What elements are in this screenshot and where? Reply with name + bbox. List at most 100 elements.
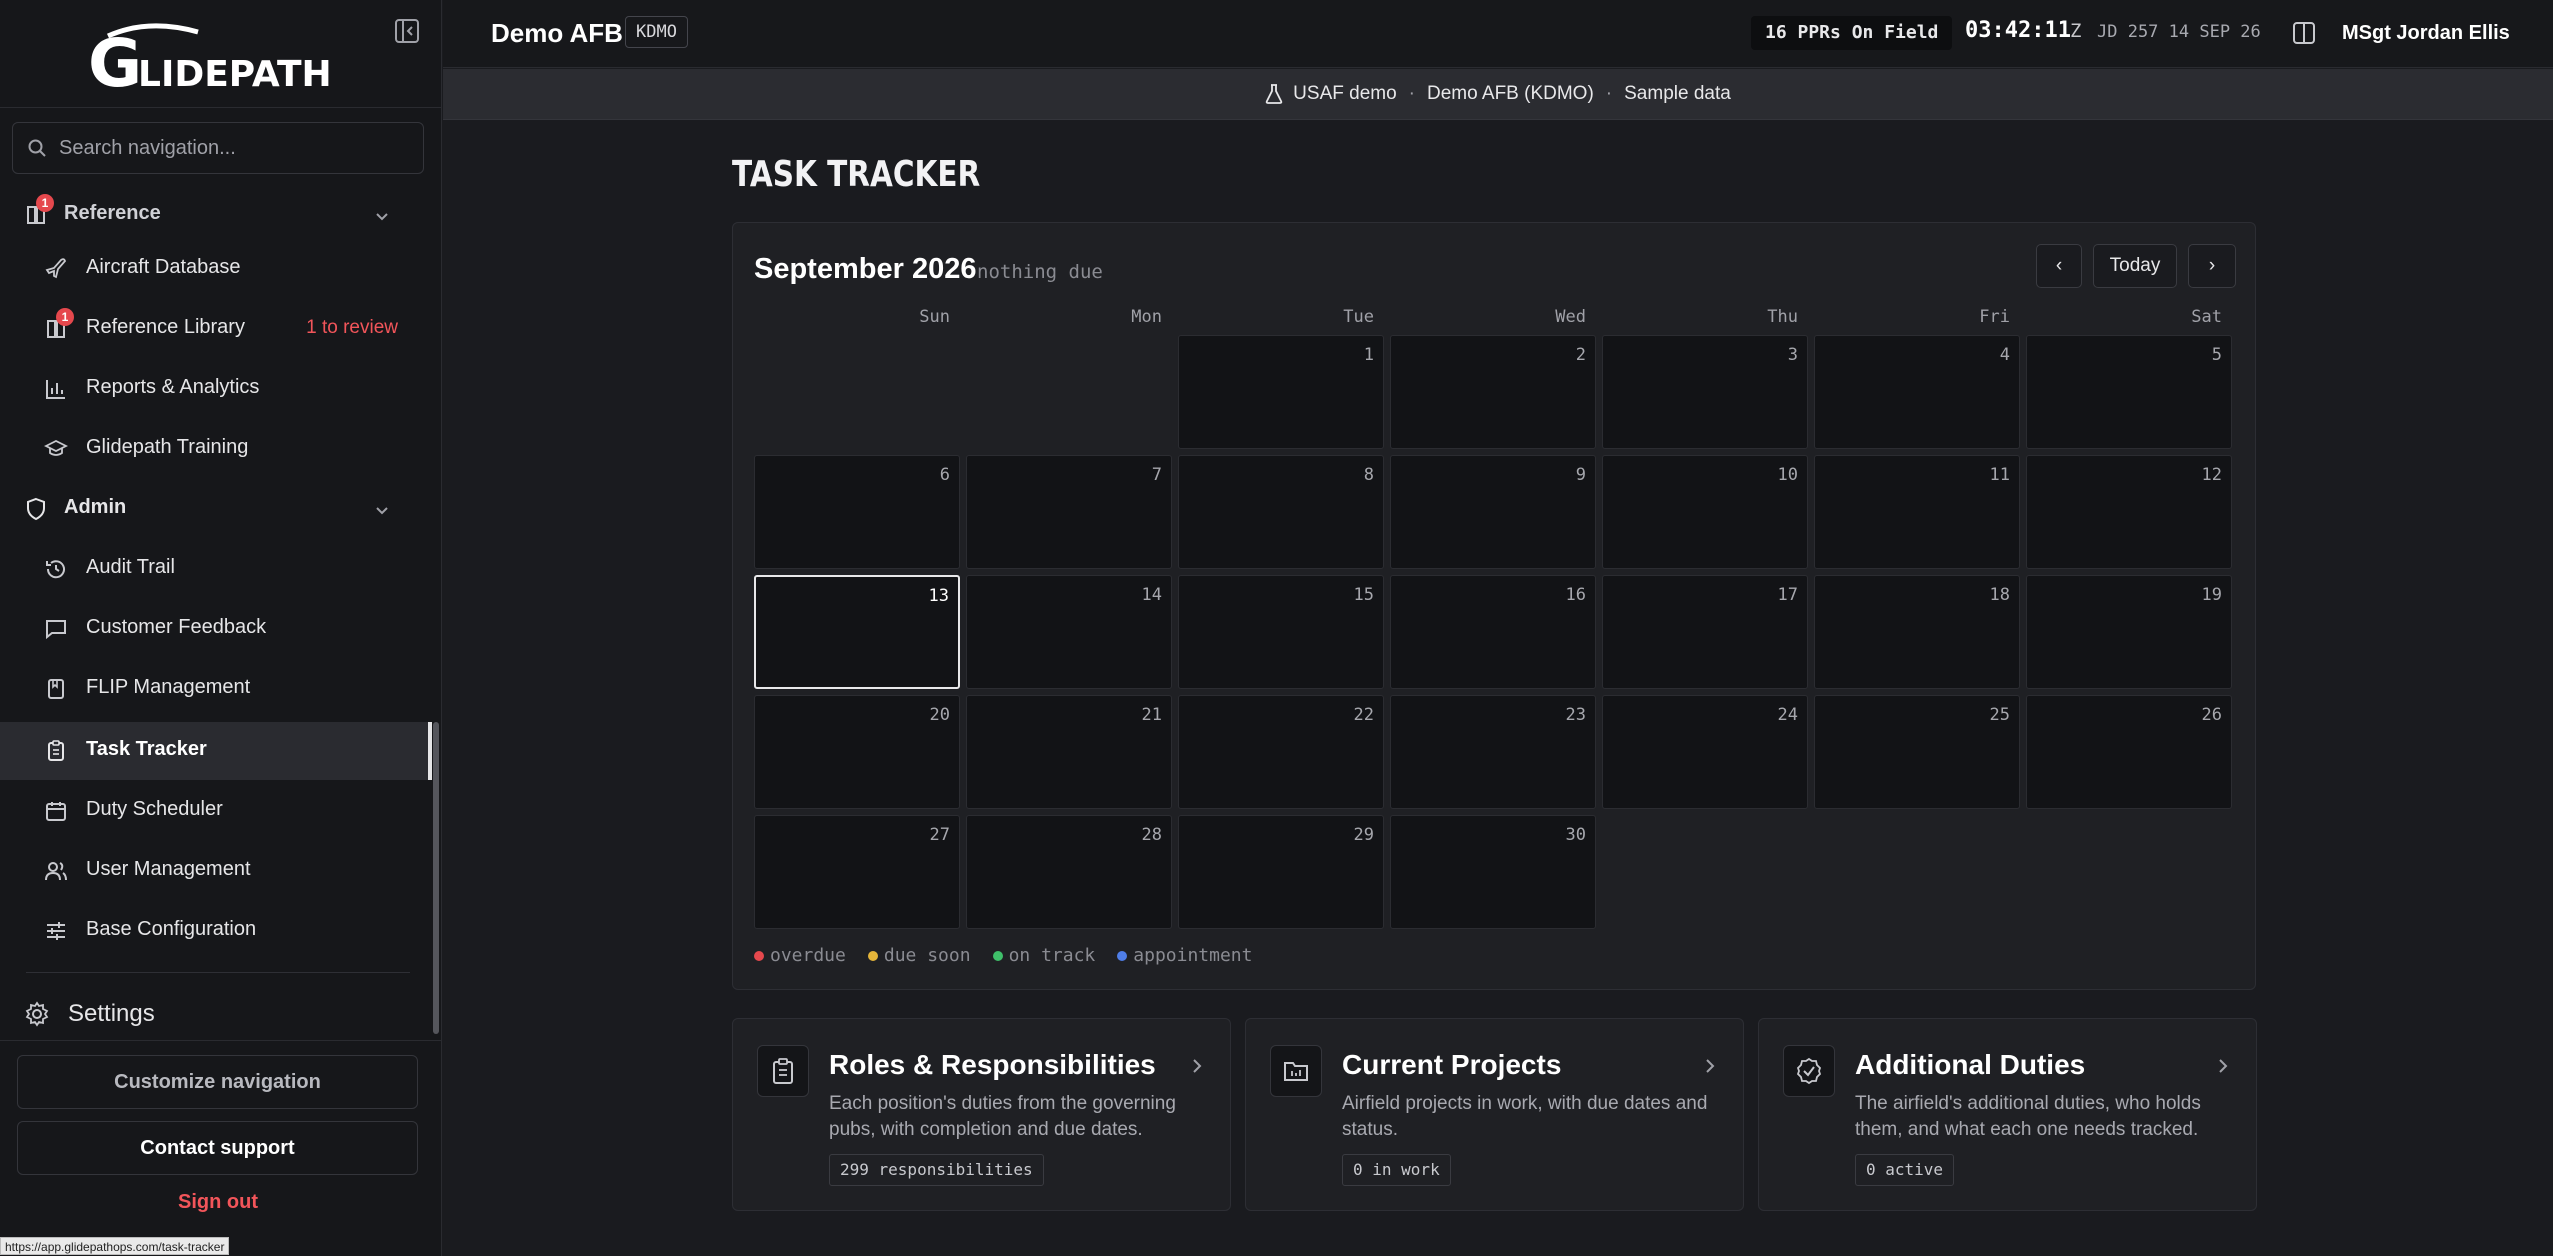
current-projects-card[interactable]: Current Projects Airfield projects in wo… [1245, 1018, 1744, 1211]
search-input[interactable] [59, 136, 399, 160]
calendar-day[interactable]: 21 [966, 695, 1172, 809]
sidebar-item-duty-scheduler[interactable]: Duty Scheduler [0, 782, 430, 840]
calendar-day[interactable]: 24 [1602, 695, 1808, 809]
sidebar-item-reference-library[interactable]: 1 Reference Library 1 to review [0, 300, 430, 358]
sidebar-scrollbar[interactable] [433, 722, 439, 1034]
sidebar-item-reports-analytics[interactable]: Reports & Analytics [0, 360, 430, 418]
notification-badge: 1 [56, 308, 74, 326]
calendar-day[interactable]: 11 [1814, 455, 2020, 569]
settings-label: Settings [68, 1000, 155, 1027]
svg-text:G: G [88, 25, 142, 90]
calendar-day[interactable]: 8 [1178, 455, 1384, 569]
section-admin[interactable]: Admin [0, 480, 430, 538]
sidebar: G LIDEPATH 1 Reference [0, 0, 442, 1256]
calendar-day[interactable]: 2 [1390, 335, 1596, 449]
day-number: 8 [1363, 465, 1374, 485]
calendar-day[interactable]: 30 [1390, 815, 1596, 929]
customize-navigation-button[interactable]: Customize navigation [17, 1055, 418, 1109]
calendar-day[interactable]: 14 [966, 575, 1172, 689]
sidebar-item-base-configuration[interactable]: Base Configuration [0, 902, 430, 960]
panel-toggle-icon[interactable] [2291, 20, 2317, 46]
day-number: 29 [1353, 825, 1374, 845]
sign-out-link[interactable]: Sign out [0, 1191, 436, 1214]
user-name[interactable]: MSgt Jordan Ellis [2342, 22, 2510, 45]
calendar-day[interactable]: 23 [1390, 695, 1596, 809]
previous-month-button[interactable]: ‹ [2036, 244, 2082, 288]
collapse-sidebar-icon[interactable] [394, 18, 420, 44]
weekday-header: Mon [1131, 307, 1162, 327]
calendar-day[interactable]: 12 [2026, 455, 2232, 569]
calendar-day[interactable]: 16 [1390, 575, 1596, 689]
additional-duties-card[interactable]: Additional Duties The airfield's additio… [1758, 1018, 2257, 1211]
calendar-day[interactable]: 6 [754, 455, 960, 569]
calendar-day[interactable]: 4 [1814, 335, 2020, 449]
contact-support-button[interactable]: Contact support [17, 1121, 418, 1175]
legend-dot [867, 950, 878, 961]
project-folder-icon [1270, 1045, 1322, 1097]
calendar-day[interactable]: 19 [2026, 575, 2232, 689]
sidebar-item-customer-feedback[interactable]: Customer Feedback [0, 600, 430, 658]
card-title: Additional Duties [1855, 1049, 2086, 1080]
top-bar: Demo AFB KDMO 16 PPRs On Field 03:42:11 … [443, 0, 2553, 68]
calendar-day[interactable]: 5 [2026, 335, 2232, 449]
day-number: 25 [1989, 705, 2010, 725]
users-icon [44, 859, 68, 883]
section-reference[interactable]: 1 Reference [0, 186, 430, 244]
sidebar-item-user-management[interactable]: User Management [0, 842, 430, 900]
app-root: G LIDEPATH 1 Reference [0, 0, 2553, 1256]
calendar-day[interactable]: 17 [1602, 575, 1808, 689]
sidebar-item-label: Audit Trail [86, 556, 175, 578]
sidebar-item-label: FLIP Management [86, 676, 251, 698]
roles-responsibilities-card[interactable]: Roles & Responsibilities Each position's… [732, 1018, 1231, 1211]
calendar-day[interactable]: 22 [1178, 695, 1384, 809]
sidebar-item-label: Reports & Analytics [86, 376, 260, 398]
glidepath-logo[interactable]: G LIDEPATH [88, 22, 348, 90]
legend-dot [992, 950, 1003, 961]
sidebar-item-glidepath-training[interactable]: Glidepath Training [0, 420, 430, 478]
badge-check-icon [1783, 1045, 1835, 1097]
calendar-day[interactable]: 15 [1178, 575, 1384, 689]
sidebar-item-task-tracker[interactable]: Task Tracker [0, 722, 430, 780]
calendar-day[interactable]: 10 [1602, 455, 1808, 569]
day-number: 15 [1353, 585, 1374, 605]
calendar-day[interactable]: 3 [1602, 335, 1808, 449]
calendar-day[interactable]: 7 [966, 455, 1172, 569]
next-month-button[interactable]: › [2188, 244, 2236, 288]
settings-link[interactable]: Settings [0, 988, 430, 1040]
calendar-day[interactable]: 25 [1814, 695, 2020, 809]
day-number: 3 [1787, 345, 1798, 365]
sidebar-item-audit-trail[interactable]: Audit Trail [0, 540, 430, 598]
calendar-day[interactable]: 28 [966, 815, 1172, 929]
calendar-day[interactable]: 18 [1814, 575, 2020, 689]
today-button[interactable]: Today [2093, 244, 2177, 288]
sidebar-item-flip-management[interactable]: FLIP Management [0, 660, 430, 718]
legend-item: on track [992, 945, 1095, 966]
calendar-day[interactable]: 29 [1178, 815, 1384, 929]
calendar-day[interactable]: 26 [2026, 695, 2232, 809]
base-code-badge: KDMO [625, 16, 688, 48]
day-number: 10 [1777, 465, 1798, 485]
banner-separator: · [1408, 83, 1415, 104]
base-name: Demo AFB [491, 18, 623, 48]
card-description: Airfield projects in work, with due date… [1342, 1093, 1708, 1140]
weekday-header: Thu [1767, 307, 1798, 327]
calendar-day[interactable]: 9 [1390, 455, 1596, 569]
day-number: 30 [1565, 825, 1586, 845]
sidebar-item-aircraft-database[interactable]: Aircraft Database [0, 240, 430, 298]
banner-base: Demo AFB (KDMO) [1426, 83, 1594, 104]
status-url: https://app.glidepathops.com/task-tracke… [0, 1237, 230, 1255]
calendar-day-today[interactable]: 13 [754, 575, 960, 689]
search-field[interactable] [12, 122, 424, 174]
shield-icon [24, 497, 48, 521]
day-number: 24 [1777, 705, 1798, 725]
day-number: 21 [1141, 705, 1162, 725]
day-number: 28 [1141, 825, 1162, 845]
calendar-day[interactable]: 1 [1178, 335, 1384, 449]
weekday-header: Fri [1979, 307, 2010, 327]
legend-dot [1117, 950, 1128, 961]
card-title: Current Projects [1342, 1049, 1562, 1080]
legend-item: overdue [754, 945, 846, 966]
calendar-day[interactable]: 20 [754, 695, 960, 809]
ppr-count[interactable]: 16 PPRs On Field [1751, 16, 1953, 50]
calendar-day[interactable]: 27 [754, 815, 960, 929]
